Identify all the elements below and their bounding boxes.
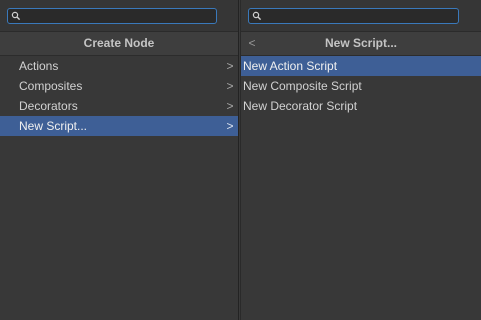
search-field[interactable] [248, 8, 459, 24]
chevron-right-icon: > [226, 99, 234, 113]
menu-item-label: New Decorator Script [243, 99, 358, 113]
menu-item-label: Actions [19, 59, 59, 73]
panel-title: < New Script... [241, 32, 481, 56]
search-icon [252, 11, 262, 21]
menu-item-composites[interactable]: Composites > [0, 76, 238, 96]
chevron-right-icon: > [226, 79, 234, 93]
menu-item-new-action-script[interactable]: New Action Script [241, 56, 481, 76]
search-icon [11, 11, 21, 21]
new-script-panel: < New Script... New Action Script New Co… [240, 0, 481, 320]
search-bar [0, 0, 238, 32]
chevron-right-icon: > [226, 119, 234, 133]
chevron-right-icon: > [226, 59, 234, 73]
search-input[interactable] [263, 9, 456, 23]
chevron-left-icon[interactable]: < [246, 32, 258, 55]
panel-title-text: New Script... [324, 36, 398, 50]
menu-item-actions[interactable]: Actions > [0, 56, 238, 76]
panel-title-text: Create Node [83, 36, 155, 50]
menu-item-new-script[interactable]: New Script... > [0, 116, 238, 136]
script-type-list: New Action Script New Composite Script N… [241, 56, 481, 116]
panel-title: Create Node [0, 32, 238, 56]
create-node-panel: Create Node Actions > Composites > Decor… [0, 0, 239, 320]
menu-item-new-decorator-script[interactable]: New Decorator Script [241, 96, 481, 116]
node-category-list: Actions > Composites > Decorators > New … [0, 56, 238, 136]
search-field[interactable] [7, 8, 217, 24]
menu-item-decorators[interactable]: Decorators > [0, 96, 238, 116]
menu-item-label: New Composite Script [243, 79, 362, 93]
search-input[interactable] [22, 9, 214, 23]
menu-item-label: Decorators [19, 99, 78, 113]
search-bar [241, 0, 481, 32]
menu-item-label: New Action Script [243, 59, 338, 73]
menu-item-label: Composites [19, 79, 83, 93]
menu-item-label: New Script... [19, 119, 88, 133]
menu-item-new-composite-script[interactable]: New Composite Script [241, 76, 481, 96]
